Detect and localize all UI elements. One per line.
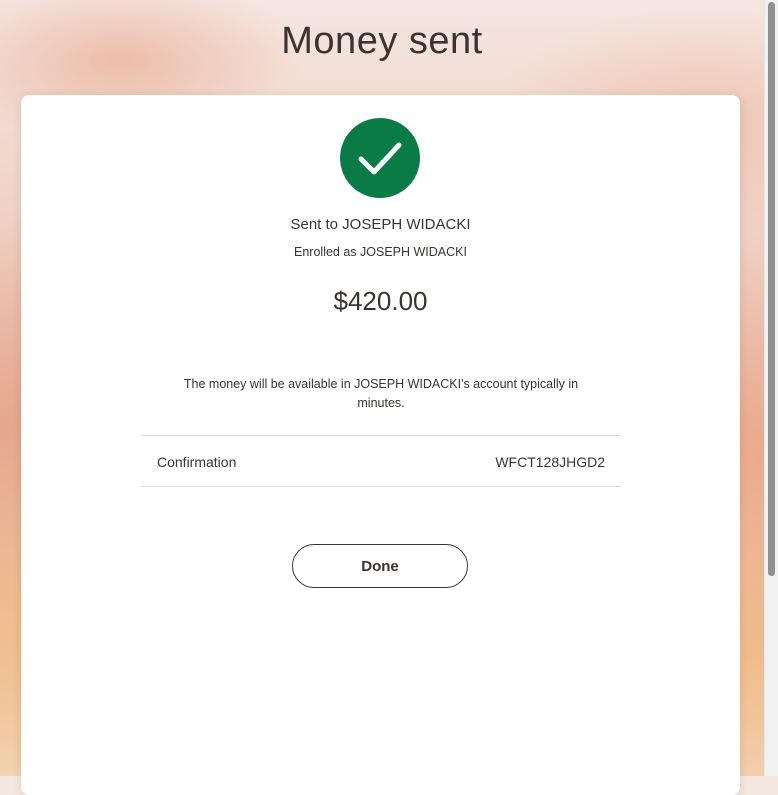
done-button[interactable]: Done [292,544,468,588]
vertical-scrollbar[interactable] [764,0,778,776]
confirmation-card: Sent to JOSEPH WIDACKI Enrolled as JOSEP… [21,95,740,795]
confirmation-label: Confirmation [157,454,237,470]
enrolled-name: Enrolled as JOSEPH WIDACKI [294,245,467,259]
recipient-name: Sent to JOSEPH WIDACKI [290,216,471,233]
amount-sent: $420.00 [333,286,428,316]
checkmark-icon [340,118,420,198]
page-title: Money sent [281,20,483,62]
confirmation-number: WFCT128JHGD2 [495,454,605,470]
confirmation-row: Confirmation WFCT128JHGD2 [141,435,621,487]
availability-message: The money will be available in JOSEPH WI… [183,377,579,410]
scrollbar-thumb[interactable] [768,2,775,576]
